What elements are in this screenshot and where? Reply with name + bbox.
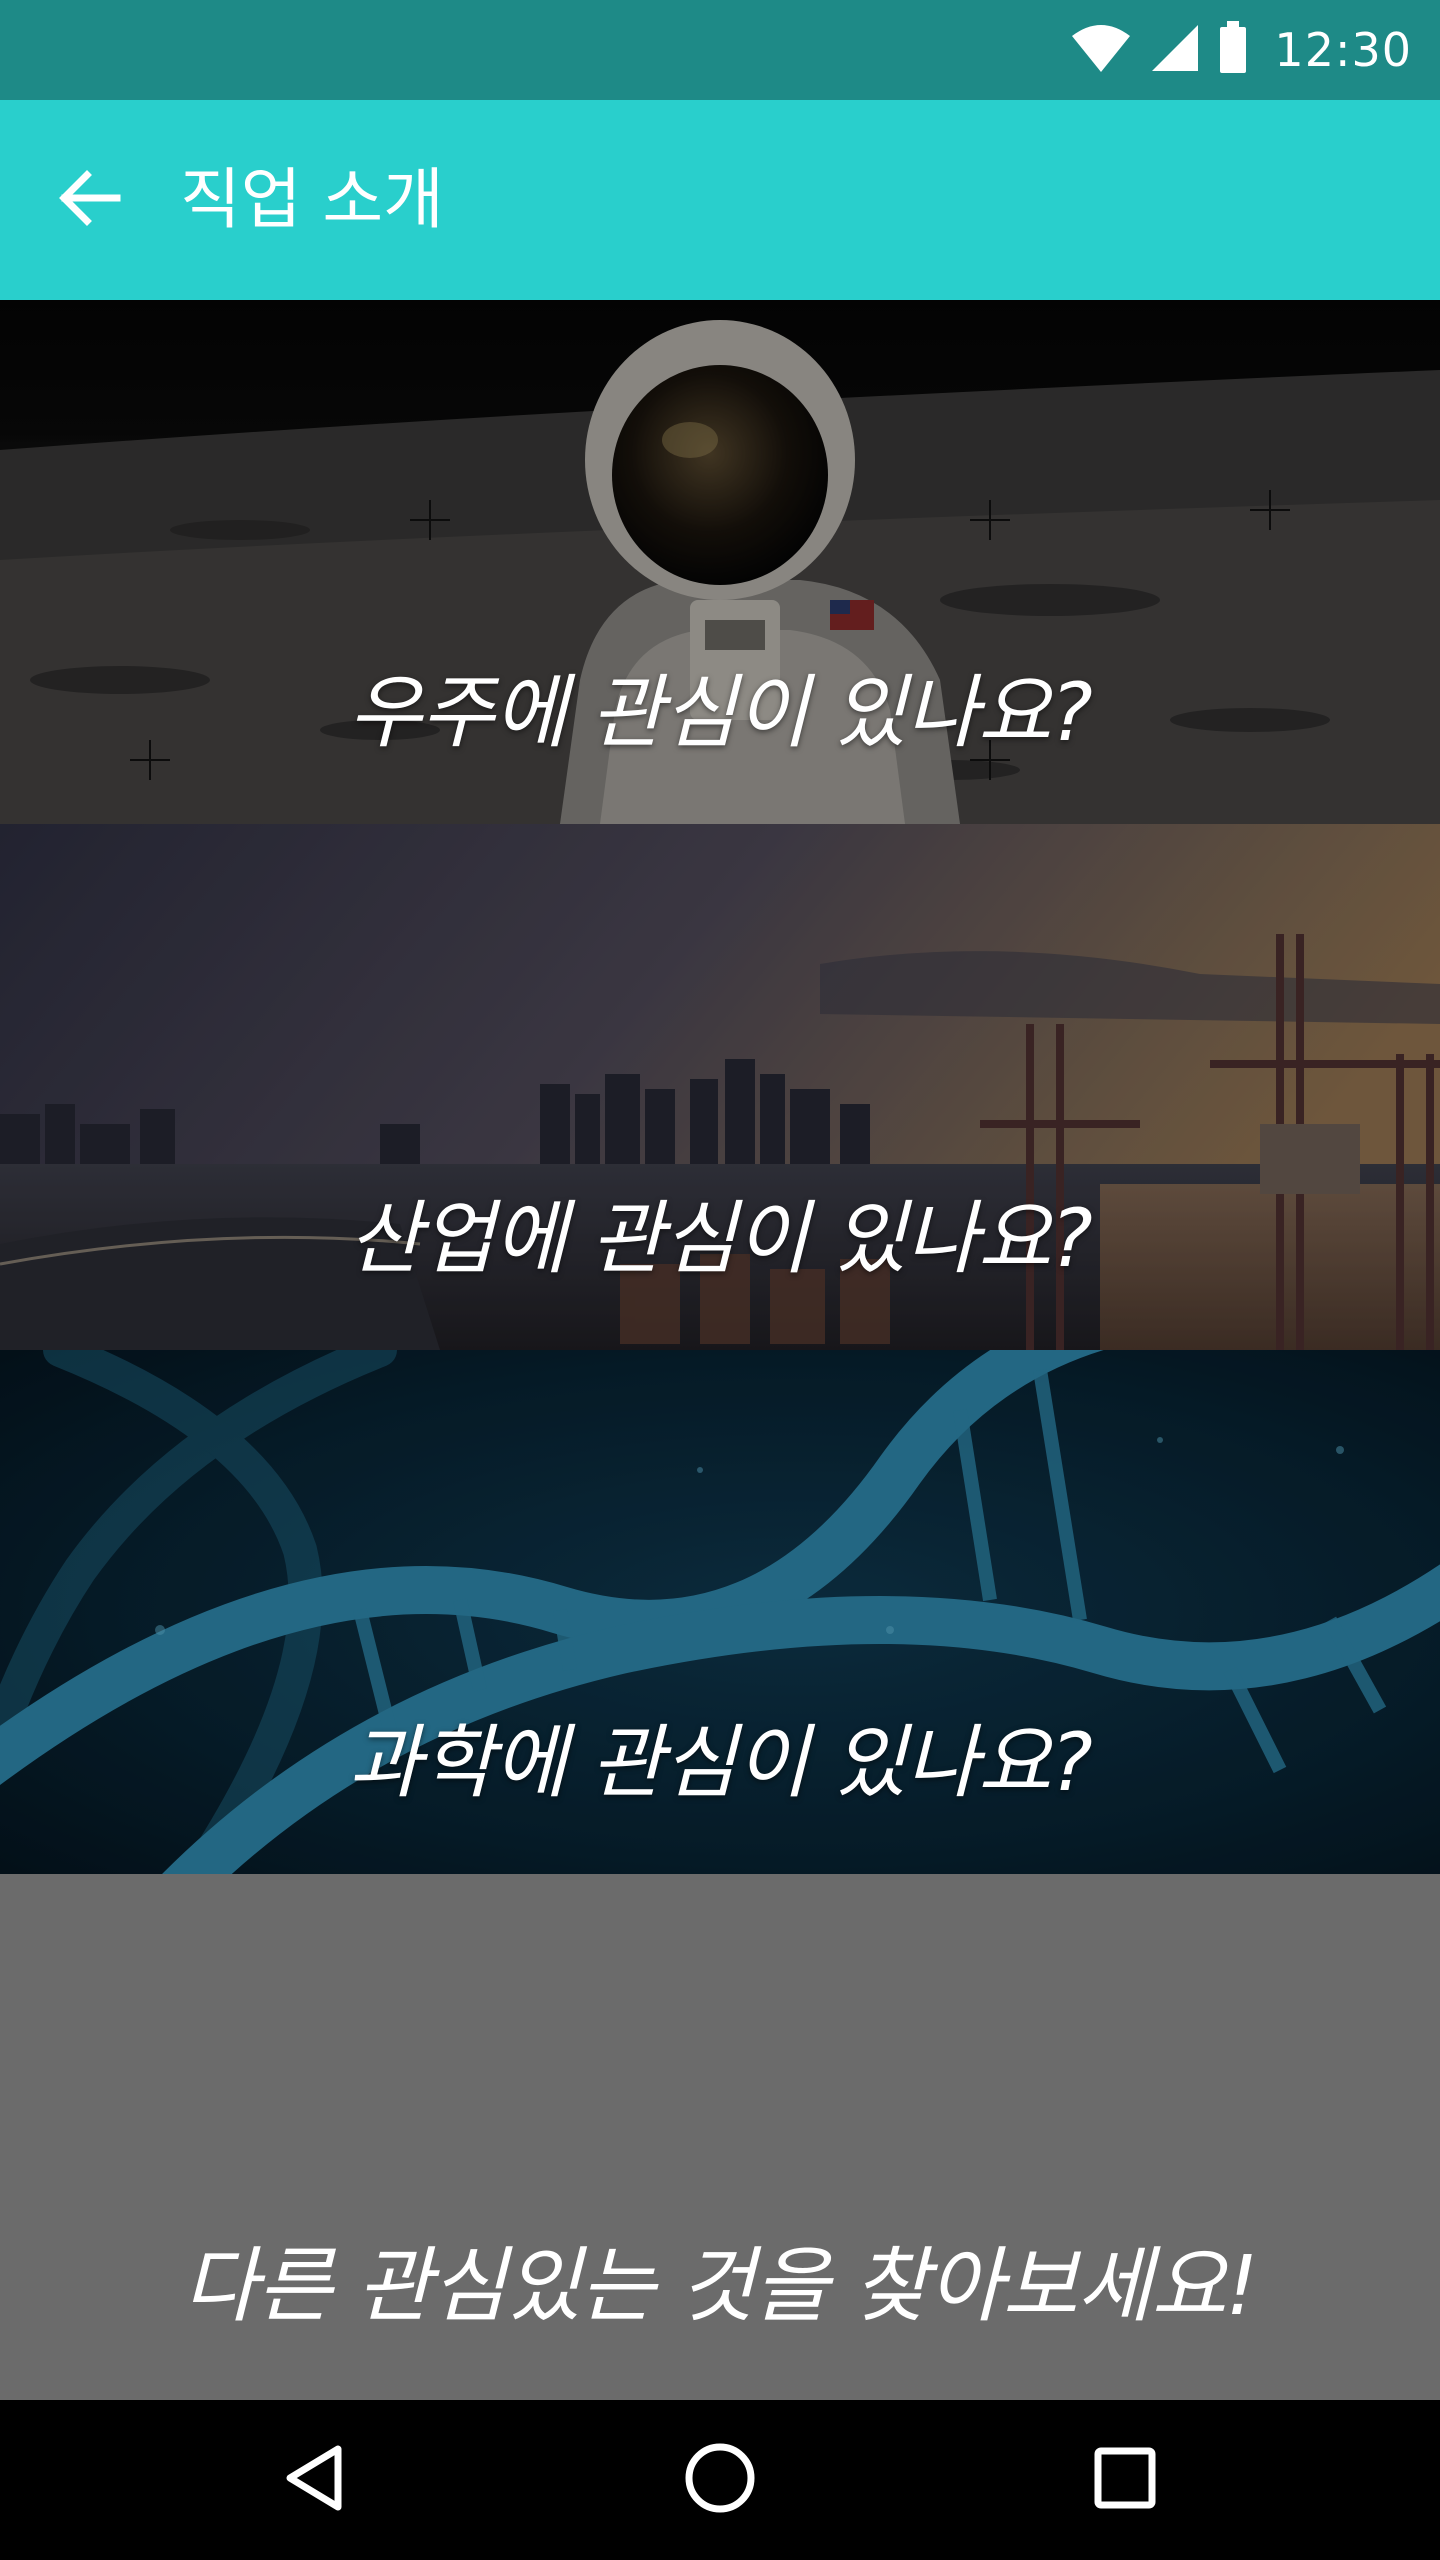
back-button[interactable] [40,150,140,250]
status-time: 12:30 [1274,23,1412,77]
nav-recents-button[interactable] [1075,2430,1175,2530]
cellular-signal-icon [1150,23,1200,77]
status-icons: 12:30 [1070,18,1412,82]
category-other[interactable]: 다른 관심있는 것을 찾아보세요! [0,1874,1440,2400]
nav-back-button[interactable] [265,2430,365,2530]
home-circle-icon [683,2441,757,2519]
app-screen: 12:30 직업 소개 우주에 관심이 있나요? 산업에 관심이 있나요? 과학… [0,0,1440,2560]
status-bar: 12:30 [0,0,1440,100]
back-triangle-icon [280,2443,350,2517]
arrow-left-icon [55,163,125,237]
category-label-other: 다른 관심있는 것을 찾아보세요! [182,2239,1259,2334]
category-industry[interactable]: 산업에 관심이 있나요? [0,824,1440,1350]
app-bar: 직업 소개 [0,100,1440,300]
category-science[interactable]: 과학에 관심이 있나요? [0,1350,1440,1874]
navigation-bar [0,2400,1440,2560]
category-label-space: 우주에 관심이 있나요? [348,666,1093,759]
wifi-icon [1070,22,1132,78]
category-space[interactable]: 우주에 관심이 있나요? [0,300,1440,824]
battery-icon [1218,21,1248,79]
nav-home-button[interactable] [670,2430,770,2530]
page-title: 직업 소개 [180,161,444,238]
recents-square-icon [1092,2445,1158,2515]
category-label-science: 과학에 관심이 있나요? [348,1716,1093,1809]
category-label-industry: 산업에 관심이 있나요? [348,1192,1093,1285]
